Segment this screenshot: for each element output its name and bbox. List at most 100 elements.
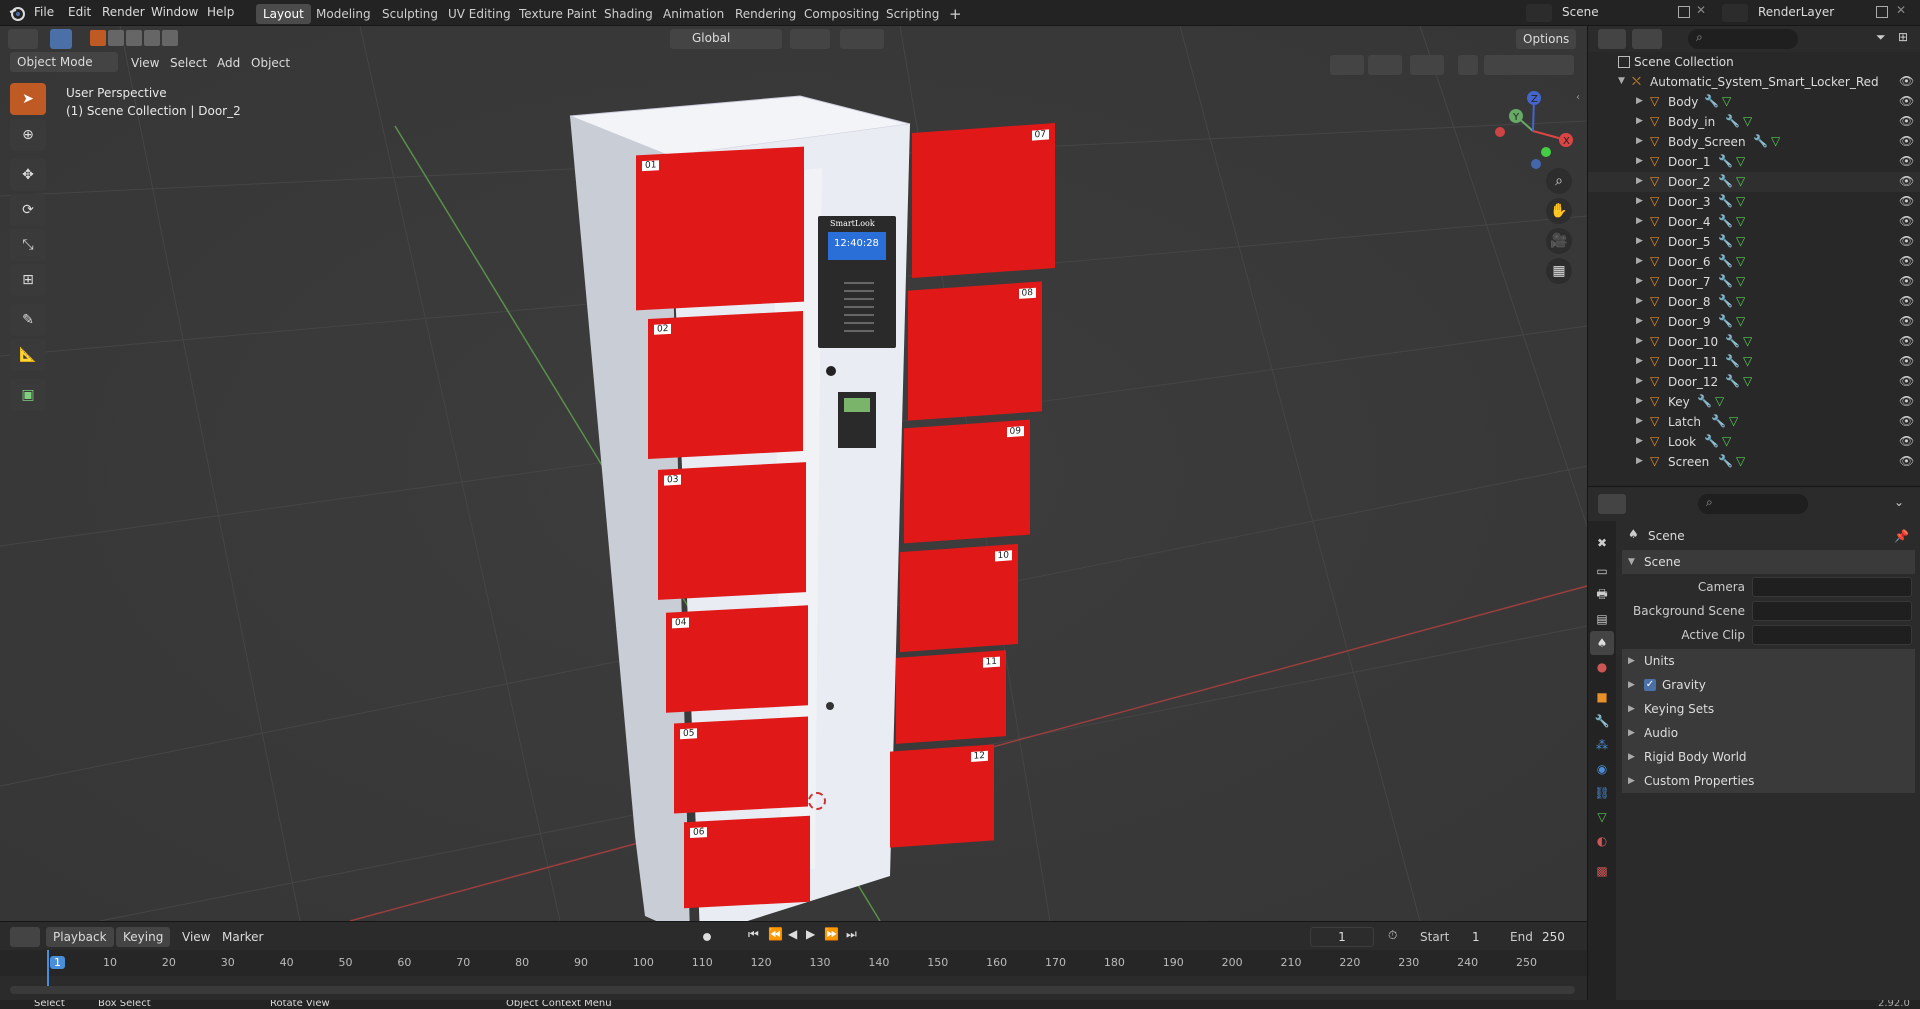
- locker-door-02[interactable]: 02: [648, 310, 803, 460]
- jump-keyframe-forward-button[interactable]: ⏩: [824, 927, 839, 941]
- mesh-data-icon[interactable]: ▽: [1736, 194, 1745, 208]
- keypad[interactable]: [844, 276, 874, 336]
- playback-dropdown[interactable]: Playback: [46, 927, 114, 947]
- card-reader[interactable]: [838, 392, 876, 448]
- expand-arrow-icon[interactable]: ▶: [1636, 296, 1643, 306]
- keying-dropdown[interactable]: Keying: [116, 927, 171, 947]
- select-new-icon[interactable]: [90, 30, 106, 46]
- rotate-tool[interactable]: ⟳: [10, 194, 46, 226]
- modifier-wrench-icon[interactable]: 🔧: [1718, 194, 1733, 208]
- transform-orientation-dropdown[interactable]: Global: [692, 31, 730, 45]
- eye-icon[interactable]: 👁: [1899, 214, 1914, 228]
- modifier-wrench-icon[interactable]: 🔧: [1718, 154, 1733, 168]
- modifier-wrench-icon[interactable]: 🔧: [1718, 174, 1733, 188]
- timeline-menu-marker[interactable]: Marker: [222, 930, 263, 944]
- new-view-layer-icon[interactable]: [1876, 6, 1888, 18]
- outliner-item-key[interactable]: ▶ ▽ Key 🔧 ▽ 👁: [1588, 392, 1920, 412]
- zoom-icon[interactable]: ⌕: [1546, 168, 1572, 194]
- play-reverse-button[interactable]: ◀: [788, 927, 797, 941]
- tab-modeling[interactable]: Modeling: [309, 4, 378, 24]
- options-chevron-icon[interactable]: ⌄: [1894, 495, 1904, 509]
- timeline-menu-view[interactable]: View: [182, 930, 210, 944]
- mesh-data-icon[interactable]: ▽: [1736, 214, 1745, 228]
- expand-arrow-icon[interactable]: ▶: [1636, 96, 1643, 106]
- expand-arrow-icon[interactable]: ▶: [1636, 276, 1643, 286]
- tab-texture-icon[interactable]: ▩: [1590, 859, 1614, 883]
- eye-icon[interactable]: 👁: [1899, 254, 1914, 268]
- locker-door-05[interactable]: 05: [674, 716, 808, 814]
- viewport-menu-add[interactable]: Add: [217, 56, 240, 70]
- close-view-layer-icon[interactable]: ✕: [1896, 3, 1906, 17]
- locker-door-03[interactable]: 03: [658, 462, 806, 600]
- outliner-item-door-9[interactable]: ▶ ▽ Door_9 🔧 ▽ 👁: [1588, 312, 1920, 332]
- outliner-item-body[interactable]: ▶ ▽ Body 🔧 ▽ 👁: [1588, 92, 1920, 112]
- locker-door-04[interactable]: 04: [666, 605, 808, 713]
- tab-scripting[interactable]: Scripting: [879, 4, 946, 24]
- expand-arrow-icon[interactable]: ▶: [1636, 136, 1643, 146]
- camera-view-icon[interactable]: 🎥: [1546, 228, 1572, 254]
- cursor-tool[interactable]: ⊕: [10, 119, 46, 151]
- 3d-viewport[interactable]: Global Options Object Mode View Select A…: [0, 26, 1587, 921]
- eye-icon[interactable]: 👁: [1899, 334, 1914, 348]
- outliner-root[interactable]: Scene Collection: [1588, 52, 1920, 72]
- tab-data-icon[interactable]: ▽: [1590, 805, 1614, 829]
- modifier-wrench-icon[interactable]: 🔧: [1718, 294, 1733, 308]
- options-dropdown[interactable]: Options: [1516, 29, 1577, 49]
- modifier-wrench-icon[interactable]: 🔧: [1718, 314, 1733, 328]
- blender-logo-icon[interactable]: [8, 4, 26, 22]
- expand-arrow-icon[interactable]: ▶: [1636, 416, 1643, 426]
- select-subtract-icon[interactable]: [126, 30, 142, 46]
- new-scene-icon[interactable]: [1678, 6, 1690, 18]
- modifier-wrench-icon[interactable]: 🔧: [1704, 434, 1719, 448]
- menu-render[interactable]: Render: [102, 5, 145, 19]
- modifier-wrench-icon[interactable]: 🔧: [1725, 114, 1740, 128]
- add-cube-tool[interactable]: ▣: [10, 379, 46, 411]
- new-collection-icon[interactable]: ⊞: [1898, 30, 1908, 44]
- tab-render-icon[interactable]: ▭: [1590, 559, 1614, 583]
- eye-icon[interactable]: 👁: [1899, 174, 1914, 188]
- tab-scene-icon[interactable]: ♠: [1590, 631, 1614, 655]
- snap-toggle[interactable]: [790, 29, 830, 49]
- tab-compositing[interactable]: Compositing: [797, 4, 886, 24]
- locker-door-01[interactable]: 01: [636, 146, 804, 311]
- menu-edit[interactable]: Edit: [68, 5, 91, 19]
- tab-animation[interactable]: Animation: [656, 4, 731, 24]
- overlay-toggle-icon[interactable]: [1410, 55, 1444, 75]
- tab-shading[interactable]: Shading: [597, 4, 660, 24]
- outliner-item-door-11[interactable]: ▶ ▽ Door_11 🔧 ▽ 👁: [1588, 352, 1920, 372]
- keying-sets-panel[interactable]: ▶ Keying Sets: [1622, 697, 1915, 721]
- timeline-scrollbar[interactable]: [10, 986, 1575, 994]
- expand-arrow-icon[interactable]: ▶: [1636, 196, 1643, 206]
- expand-arrow-icon[interactable]: ▶: [1636, 436, 1643, 446]
- outliner-item-door-12[interactable]: ▶ ▽ Door_12 🔧 ▽ 👁: [1588, 372, 1920, 392]
- modifier-wrench-icon[interactable]: 🔧: [1725, 374, 1740, 388]
- mesh-data-icon[interactable]: ▽: [1736, 314, 1745, 328]
- outliner-item-door-5[interactable]: ▶ ▽ Door_5 🔧 ▽ 👁: [1588, 232, 1920, 252]
- expand-arrow-icon[interactable]: ▶: [1636, 236, 1643, 246]
- expand-arrow-icon[interactable]: ▶: [1636, 396, 1643, 406]
- mesh-data-icon[interactable]: ▽: [1715, 394, 1724, 408]
- timeline-editor-type-icon[interactable]: [10, 927, 40, 947]
- properties-editor-type-icon[interactable]: [1598, 494, 1626, 514]
- viewport-menu-select[interactable]: Select: [170, 56, 207, 70]
- tab-uv-editing[interactable]: UV Editing: [441, 4, 518, 24]
- collapse-arrow-icon[interactable]: ▼: [1618, 76, 1625, 86]
- modifier-wrench-icon[interactable]: 🔧: [1718, 254, 1733, 268]
- eye-icon[interactable]: 👁: [1899, 134, 1914, 148]
- mesh-data-icon[interactable]: ▽: [1736, 274, 1745, 288]
- background-scene-field[interactable]: [1752, 601, 1912, 621]
- tab-output-icon[interactable]: 🖶: [1590, 583, 1614, 607]
- modifier-wrench-icon[interactable]: 🔧: [1753, 134, 1768, 148]
- expand-arrow-icon[interactable]: ▶: [1636, 336, 1643, 346]
- eye-icon[interactable]: 👁: [1899, 314, 1914, 328]
- expand-arrow-icon[interactable]: ▶: [1636, 376, 1643, 386]
- measure-tool[interactable]: 📐: [10, 339, 46, 371]
- tab-layout[interactable]: Layout: [256, 4, 311, 24]
- select-mode-icon[interactable]: [50, 29, 72, 49]
- eye-icon[interactable]: 👁: [1899, 234, 1914, 248]
- region-toggle-right-icon[interactable]: ‹: [1576, 92, 1580, 103]
- outliner-item-door-6[interactable]: ▶ ▽ Door_6 🔧 ▽ 👁: [1588, 252, 1920, 272]
- rigid-body-world-panel[interactable]: ▶ Rigid Body World: [1622, 745, 1915, 769]
- mesh-data-icon[interactable]: ▽: [1729, 414, 1738, 428]
- modifier-wrench-icon[interactable]: 🔧: [1725, 334, 1740, 348]
